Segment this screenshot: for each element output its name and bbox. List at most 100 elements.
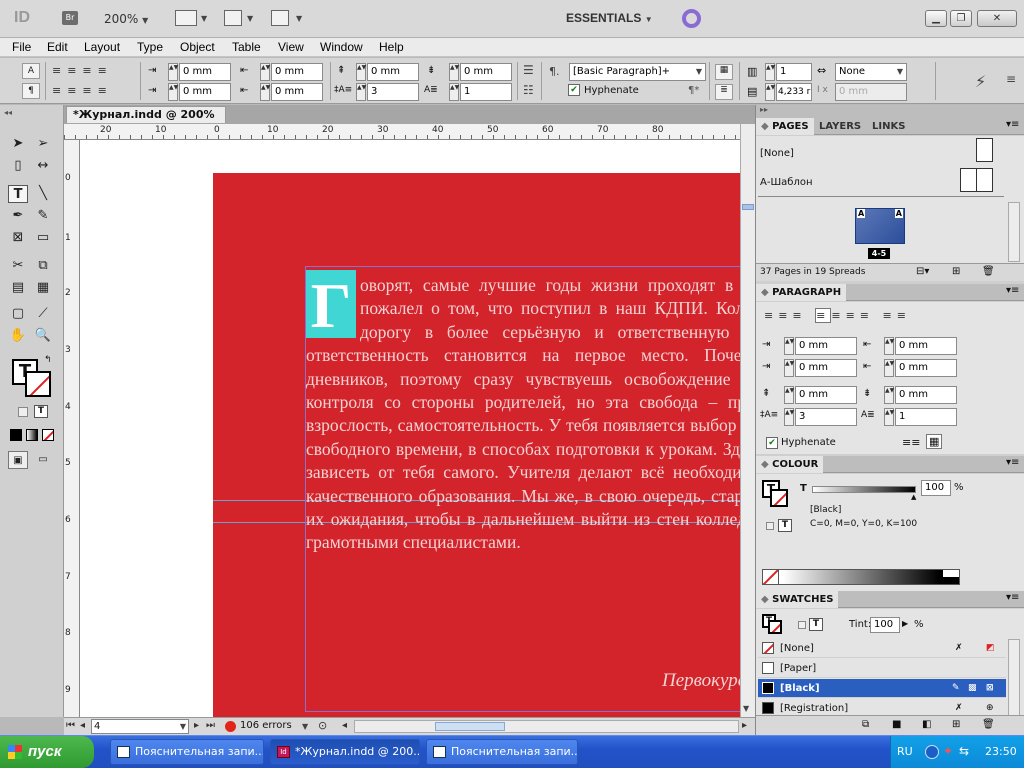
formatting-container-icon[interactable] [798,621,806,629]
collapse-dock-icon[interactable]: ▸▸ [756,105,1024,118]
panel-menu-icon[interactable]: ▾≡ [1006,592,1019,603]
colour-ramp[interactable] [762,569,960,585]
stroke-color-icon[interactable] [768,620,782,634]
columns-stepper[interactable]: ▲▼ [765,63,775,81]
right-indent-stepper[interactable]: ▲▼ [260,63,270,81]
scroll-left-icon[interactable]: ◂ [342,720,347,731]
preview-mode-icon[interactable]: ▭ [33,451,53,469]
last-line-indent-field[interactable]: 0 mm [271,83,323,101]
stroke-color-icon[interactable] [25,371,51,397]
menu-type[interactable]: Type [137,40,163,54]
swatch-paper[interactable]: [Paper] [758,659,1006,678]
menu-layout[interactable]: Layout [84,40,120,54]
hyphenate-checkbox[interactable]: ✔ [766,437,778,449]
right-indent-stepper[interactable]: ▲▼ [884,337,894,355]
zoom-tool-icon[interactable]: 🔍 [33,327,53,345]
last-line-indent-stepper[interactable]: ▲▼ [884,359,894,377]
cs-live-icon[interactable] [682,9,701,28]
none-master-thumb[interactable] [976,138,993,162]
menu-view[interactable]: View [278,40,304,54]
panel-menu-icon[interactable]: ▾≡ [1006,457,1019,468]
quick-apply-icon[interactable]: ⚡ [975,72,986,91]
drop-cap-chars-field[interactable]: 1 [460,83,512,101]
line-tool-icon[interactable]: ╲ [33,185,53,203]
tab-colour[interactable]: ◆ COLOUR [756,456,824,473]
a-master-left-thumb[interactable] [960,168,977,192]
columns-field[interactable]: 1 [776,63,812,81]
menu-file[interactable]: File [12,40,31,54]
show-all-swatches-icon[interactable]: ⧉ [862,719,869,730]
eyedropper-tool-icon[interactable]: ⟋ [33,305,53,323]
open-in-bridge-icon[interactable]: ⊙ [318,719,327,732]
black-swatch[interactable] [943,577,959,584]
new-swatch-icon[interactable]: ⊞ [952,719,960,730]
scroll-thumb[interactable] [742,204,754,210]
paragraph-style-dropdown[interactable]: [Basic Paragraph]+ ▼ [569,63,706,81]
chevron-down-icon[interactable]: ▼ [247,14,253,23]
minimize-button[interactable]: ▁ [925,10,947,27]
gutter-field[interactable]: 0 mm [835,83,907,101]
page-tool-icon[interactable]: ▯ [8,157,28,175]
paragraph-options-icon[interactable]: ¶* [688,85,699,96]
space-before-field[interactable]: 0 mm [795,386,857,404]
trash-icon[interactable]: 🗑 [982,719,995,730]
tint-field[interactable]: 100 [870,617,900,633]
arrange-documents-icon[interactable] [271,10,289,26]
formatting-container-icon[interactable] [766,522,774,530]
space-after-field[interactable]: 0 mm [460,63,512,81]
tab-links[interactable]: LINKS [867,118,910,135]
paragraph-align-buttons[interactable]: ≡≡≡ ≡≡≡≡ ≡≡ [764,308,911,323]
drop-cap-lines-stepper[interactable]: ▲▼ [784,408,794,426]
menu-object[interactable]: Object [180,40,215,54]
drop-cap-chars-field[interactable]: 1 [895,408,957,426]
left-indent-stepper[interactable]: ▲▼ [784,337,794,355]
chevron-down-icon[interactable]: ▼ [296,14,302,23]
formatting-text-icon[interactable]: T [34,405,48,418]
zoom-level-dropdown[interactable]: 200% ▼ [104,12,148,26]
language-indicator[interactable]: RU [897,745,913,758]
formatting-text-icon[interactable]: T [809,618,823,631]
none-swatch[interactable] [763,570,779,584]
start-button[interactable]: пуск [0,736,94,768]
space-before-stepper[interactable]: ▲▼ [356,63,366,81]
pages-scrollbar[interactable] [1008,202,1020,262]
type-tool-icon[interactable]: T [8,185,28,203]
page-size-icon[interactable]: ⊟▾ [916,266,929,277]
panel-menu-icon[interactable]: ▾≡ [1006,285,1019,296]
tint-arrow-icon[interactable]: ▶ [902,619,908,628]
first-line-indent-stepper[interactable]: ▲▼ [168,83,178,101]
scroll-right-icon[interactable]: ▸ [742,720,747,731]
stroke-color-icon[interactable] [770,489,788,507]
apply-gradient-icon[interactable] [26,429,38,441]
drop-cap-lines-field[interactable]: 3 [367,83,419,101]
space-after-stepper[interactable]: ▲▼ [449,63,459,81]
bridge-button[interactable]: Br [62,11,78,25]
do-not-align-icon[interactable]: ≡≡ [902,436,920,449]
next-page-icon[interactable]: ▸ [194,720,199,731]
a-master-right-thumb[interactable] [976,168,993,192]
note-tool-icon[interactable]: ▢ [8,305,28,323]
direct-selection-tool-icon[interactable]: ➢ [33,135,53,153]
panel-menu-icon[interactable]: ≡ [1006,72,1016,86]
align-buttons-row-2[interactable]: ≡≡≡≡ [52,84,113,97]
previous-page-icon[interactable]: ◂ [80,720,85,731]
show-gradient-swatches-icon[interactable]: ◧ [922,719,931,730]
drop-cap-lines-stepper[interactable]: ▲▼ [356,83,366,101]
scroll-down-icon[interactable]: ▼ [743,704,749,713]
drop-cap-chars-stepper[interactable]: ▲▼ [449,83,459,101]
last-page-icon[interactable]: ⏭ [206,720,215,731]
spread-thumbnail[interactable]: A A [855,208,905,244]
tint-slider-handle[interactable]: ▲ [911,493,916,501]
swatch-none[interactable]: [None] ✗ ◩ [758,639,1006,658]
restore-button[interactable]: ❐ [950,10,972,27]
gradient-swatch-tool-icon[interactable]: ▤ [8,279,28,297]
tray-back-icon[interactable] [925,745,939,759]
drop-cap-chars-stepper[interactable]: ▲▼ [884,408,894,426]
menu-edit[interactable]: Edit [47,40,68,54]
menu-help[interactable]: Help [379,40,404,54]
left-indent-stepper[interactable]: ▲▼ [168,63,178,81]
bullets-list-icon[interactable]: ☰ [523,63,534,77]
body-text[interactable]: оворят, самые лучшие годы жизни проходят… [306,274,740,555]
character-formatting-icon[interactable]: A [22,63,40,79]
tint-field[interactable]: 100 [921,480,951,496]
